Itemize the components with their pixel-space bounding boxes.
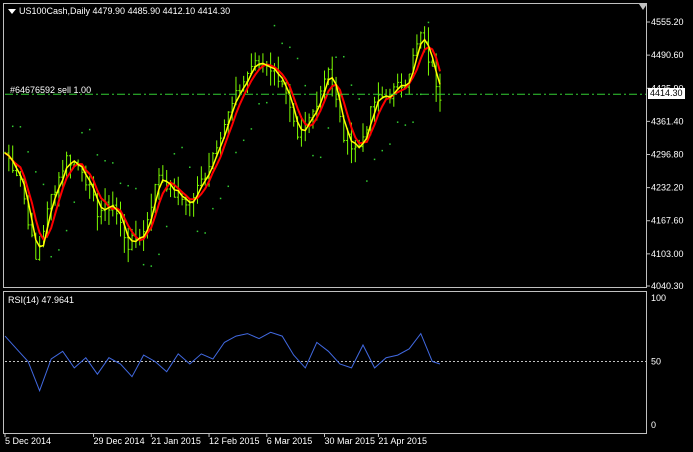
sar-dot [358, 98, 360, 100]
price-axis-label: 4103.00 [651, 249, 684, 259]
sar-dot [281, 42, 283, 45]
sar-dot [381, 149, 384, 152]
sar-dot [42, 183, 45, 186]
date-axis-label: 5 Dec 2014 [5, 436, 51, 446]
main-chart-frame [3, 3, 647, 288]
sar-dot [112, 162, 114, 164]
date-axis-label: 21 Apr 2015 [378, 436, 427, 446]
sar-dot [173, 153, 176, 155]
moving-average-yellow-line [4, 38, 441, 248]
sar-dot [266, 101, 268, 104]
sar-dot [219, 197, 222, 200]
sar-dot [327, 127, 330, 129]
sar-dot [335, 56, 337, 58]
sar-dot [96, 154, 99, 156]
sar-dot [58, 249, 60, 251]
sar-dot [212, 207, 214, 210]
sar-dot [104, 160, 106, 162]
sar-dot [65, 229, 68, 232]
sar-dot [373, 158, 376, 161]
price-axis-label: 4296.80 [651, 149, 684, 159]
sar-dot [181, 146, 183, 149]
sar-dot [273, 24, 276, 27]
sar-dot [127, 184, 129, 187]
price-axis-label: 4232.20 [651, 183, 684, 193]
sar-dot [19, 126, 22, 128]
rsi-axis-label: 50 [651, 357, 661, 367]
sar-dot [119, 182, 122, 185]
moving-average-red-line [4, 46, 441, 242]
current-price-label: 4414.30 [648, 88, 685, 99]
rsi-panel-frame [3, 291, 647, 434]
sar-dot [319, 156, 322, 159]
chart-header: US100Cash,Daily 4479.90 4485.90 4412.10 … [8, 6, 230, 16]
price-axis-label: 4361.40 [651, 116, 684, 126]
sar-dot [250, 128, 253, 130]
sar-dot [35, 171, 37, 173]
rsi-indicator-label: RSI(14) 47.9641 [8, 295, 75, 305]
sar-dot [312, 154, 314, 157]
sar-dot [242, 139, 245, 142]
sar-dot [50, 255, 52, 258]
sar-dot [304, 84, 307, 87]
sar-dot [427, 21, 430, 24]
sar-dot [150, 265, 153, 267]
window-menu-icon[interactable] [8, 9, 16, 15]
sar-dot [73, 201, 76, 203]
sar-dot [389, 143, 391, 145]
date-axis-label: 12 Feb 2015 [209, 436, 260, 446]
sar-dot [27, 151, 29, 153]
sar-dot [135, 187, 137, 190]
price-axis-label: 4555.20 [651, 17, 684, 27]
sar-dot [158, 253, 160, 256]
date-axis-label: 29 Dec 2014 [94, 436, 145, 446]
date-axis-label: 30 Mar 2015 [325, 436, 376, 446]
date-axis-label: 6 Mar 2015 [267, 436, 313, 446]
sar-dot [88, 128, 91, 131]
sar-dot [196, 230, 199, 233]
price-axis-label: 4490.60 [651, 50, 684, 60]
sar-dot [165, 225, 168, 228]
sar-dot [227, 185, 230, 188]
sar-dot [366, 180, 368, 182]
rsi-axis-label: 0 [651, 420, 656, 430]
price-axis-label: 4167.60 [651, 216, 684, 226]
price-axis-label: 4040.30 [651, 281, 684, 291]
sar-dot [412, 121, 414, 123]
rsi-axis-label: 100 [651, 293, 666, 303]
sar-dot [204, 232, 206, 234]
sar-dot [142, 263, 145, 266]
sar-dot [296, 57, 299, 60]
order-label[interactable]: #64676592 sell 1.00 [10, 85, 91, 95]
sar-dot [343, 55, 345, 58]
sar-dot [396, 121, 399, 123]
symbol-price-line: US100Cash,Daily 4479.90 4485.90 4412.10 … [19, 6, 231, 16]
sar-dot [404, 124, 407, 126]
sar-dot [81, 131, 83, 134]
sar-dot [11, 125, 14, 128]
sar-dot [350, 84, 353, 86]
date-axis-label: 21 Jan 2015 [151, 436, 201, 446]
sar-dot [235, 151, 237, 154]
sar-dot [289, 46, 291, 49]
chart-shift-marker-icon[interactable] [639, 4, 647, 10]
sar-dot [189, 166, 191, 168]
trading-chart[interactable]: 4555.204490.604425.904361.404296.804232.… [0, 0, 693, 452]
sar-dot [258, 103, 260, 105]
